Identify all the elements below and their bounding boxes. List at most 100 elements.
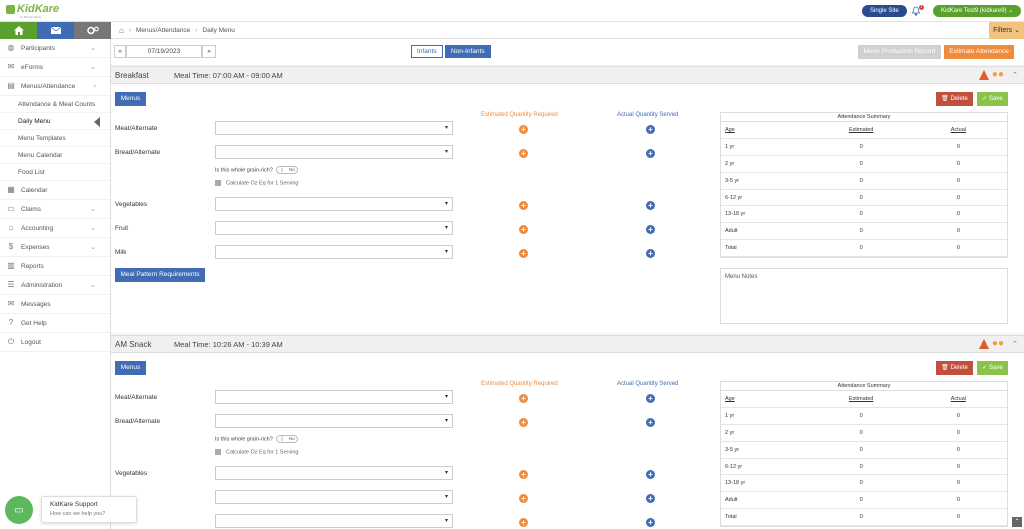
participants-group-icon[interactable]: ●● (992, 70, 1004, 80)
sidebar-item-messages[interactable]: ✉ Messages (0, 295, 110, 314)
add-estimated-icon[interactable]: + (519, 394, 528, 403)
meat-alternate-select[interactable]: ▾ (215, 390, 453, 404)
filters-button[interactable]: Filters ⌄ (989, 22, 1024, 39)
warning-icon[interactable] (979, 339, 989, 349)
sidebar-item-get-help[interactable]: ? Get Help (0, 314, 110, 333)
delete-button[interactable]: 🗑 Delete (936, 92, 973, 106)
column-header-age[interactable]: Age (721, 122, 813, 140)
add-actual-icon[interactable]: + (646, 470, 655, 479)
estimate-attendance-button[interactable]: Estimate Attendance (944, 45, 1014, 59)
tab-settings[interactable] (74, 22, 111, 39)
participants-group-icon[interactable]: ●● (992, 339, 1004, 349)
add-estimated-icon[interactable]: + (519, 518, 528, 527)
meal-section-breakfast: Breakfast Meal Time: 07:00 AM - 09:00 AM… (111, 66, 1024, 333)
bread-alternate-select[interactable]: ▾ (215, 414, 453, 428)
add-actual-icon[interactable]: + (646, 518, 655, 527)
tab-messages[interactable] (37, 22, 74, 39)
sidebar-item-menus-attendance[interactable]: ▤ Menus/Attendance › (0, 77, 110, 96)
meat-alternate-select[interactable]: ▾ (215, 121, 453, 135)
sidebar-item-reports[interactable]: ▥ Reports (0, 257, 110, 276)
sidebar-item-eforms[interactable]: ✉ eForms ⌄ (0, 58, 110, 77)
column-header-actual[interactable]: Actual (909, 391, 1007, 409)
notifications-bell-icon[interactable]: 1 (911, 5, 924, 17)
column-header-actual[interactable]: Actual (909, 122, 1007, 140)
kidkare-logo[interactable]: KidKare by Minute Menu (6, 3, 60, 19)
sidebar-subitem-menu-templates[interactable]: Menu Templates (0, 130, 110, 147)
add-actual-icon[interactable]: + (646, 494, 655, 503)
save-button[interactable]: ✓ Save (977, 361, 1008, 375)
chat-support-button[interactable]: ▭ (5, 496, 33, 524)
add-actual-icon[interactable]: + (646, 201, 655, 210)
add-estimated-icon[interactable]: + (519, 149, 528, 158)
add-actual-icon[interactable]: + (646, 149, 655, 158)
caret-down-icon: ▾ (444, 225, 448, 231)
logo-text: KidKare (17, 3, 60, 15)
menu-production-record-button[interactable]: Menu Production Record (858, 45, 941, 59)
component-label: Vegetables (115, 470, 148, 477)
add-actual-icon[interactable]: + (646, 125, 655, 134)
breadcrumb-menus-attendance[interactable]: Menus/Attendance (136, 27, 190, 34)
tab-home[interactable] (0, 22, 37, 39)
next-day-button[interactable]: » (202, 45, 216, 58)
save-button[interactable]: ✓ Save (977, 92, 1008, 106)
column-header-estimated[interactable]: Estimated (812, 122, 910, 140)
previous-day-button[interactable]: « (114, 45, 126, 58)
scroll-to-top-button[interactable]: ⌃ (1012, 517, 1022, 527)
tab-non-infants[interactable]: Non-Infants (445, 45, 491, 58)
add-estimated-icon[interactable]: + (519, 249, 528, 258)
chevron-up-icon[interactable]: ⌃ (1012, 340, 1018, 348)
sidebar-subitem-attendance-meal-counts[interactable]: Attendance & Meal Counts (0, 96, 110, 113)
caret-down-icon: ▾ (444, 494, 448, 500)
column-header-estimated[interactable]: Estimated (812, 391, 910, 409)
menus-icon: ▤ (7, 81, 15, 90)
column-header-age[interactable]: Age (721, 391, 813, 409)
sidebar-subitem-daily-menu[interactable]: Daily Menu (0, 113, 110, 130)
date-input[interactable]: 07/19/2023 (126, 45, 202, 58)
add-estimated-icon[interactable]: + (519, 494, 528, 503)
menus-button[interactable]: Menus (115, 361, 146, 375)
grain-rich-toggle[interactable]: || No (275, 166, 298, 174)
sidebar-item-expenses[interactable]: $ Expenses ⌄ (0, 238, 110, 257)
chevron-up-icon[interactable]: ⌃ (1012, 71, 1018, 79)
fruit-select[interactable]: ▾ (215, 490, 453, 504)
chat-support-popup[interactable]: KidKare Support How can we help you? (41, 496, 137, 523)
grain-rich-toggle[interactable]: || No (275, 435, 298, 443)
home-icon[interactable]: ⌂ (119, 26, 124, 35)
sidebar-item-logout[interactable]: ⏻ Logout (0, 333, 110, 352)
add-estimated-icon[interactable]: + (519, 225, 528, 234)
user-menu-button[interactable]: KidKare Test9 (kidkare9) ⌄ (933, 5, 1022, 17)
sidebar-subitem-menu-calendar[interactable]: Menu Calendar (0, 147, 110, 164)
add-actual-icon[interactable]: + (646, 418, 655, 427)
add-estimated-icon[interactable]: + (519, 470, 528, 479)
fruit-select[interactable]: ▾ (215, 221, 453, 235)
calculate-oz-eq[interactable]: Calculate Oz Eq for 1 Serving (215, 449, 298, 455)
tab-infants[interactable]: Infants (411, 45, 443, 58)
single-site-button[interactable]: Single Site (862, 5, 907, 17)
milk-select[interactable]: ▾ (215, 245, 453, 259)
vegetables-select[interactable]: ▾ (215, 466, 453, 480)
bread-alternate-select[interactable]: ▾ (215, 145, 453, 159)
menus-button[interactable]: Menus (115, 92, 146, 106)
add-estimated-icon[interactable]: + (519, 201, 528, 210)
sidebar-item-claims[interactable]: ▭ Claims ⌄ (0, 200, 110, 219)
menu-notes-textarea[interactable]: Menu Notes (720, 268, 1008, 324)
sidebar-item-calendar[interactable]: ▦ Calendar (0, 181, 110, 200)
sidebar-subitem-food-list[interactable]: Food List (0, 164, 110, 181)
warning-icon[interactable] (979, 70, 989, 80)
meal-pattern-requirements-button[interactable]: Meal Pattern Requirements (115, 268, 205, 282)
add-actual-icon[interactable]: + (646, 249, 655, 258)
sidebar-item-administration[interactable]: ☰ Administration ⌄ (0, 276, 110, 295)
delete-button[interactable]: 🗑 Delete (936, 361, 973, 375)
calculate-oz-eq[interactable]: Calculate Oz Eq for 1 Serving (215, 180, 298, 186)
add-estimated-icon[interactable]: + (519, 125, 528, 134)
chat-subtitle: How can we help you? (50, 511, 106, 517)
sidebar-item-accounting[interactable]: ⌂ Accounting ⌄ (0, 219, 110, 238)
add-actual-icon[interactable]: + (646, 225, 655, 234)
vegetables-select[interactable]: ▾ (215, 197, 453, 211)
add-actual-icon[interactable]: + (646, 394, 655, 403)
breadcrumb-separator: › (195, 26, 198, 34)
sidebar-item-participants[interactable]: ◍ Participants ⌄ (0, 39, 110, 58)
milk-select[interactable]: ▾ (215, 514, 453, 528)
add-estimated-icon[interactable]: + (519, 418, 528, 427)
attendance-summary: Attendance Summary Age Estimated Actual 1 … (720, 112, 1008, 258)
